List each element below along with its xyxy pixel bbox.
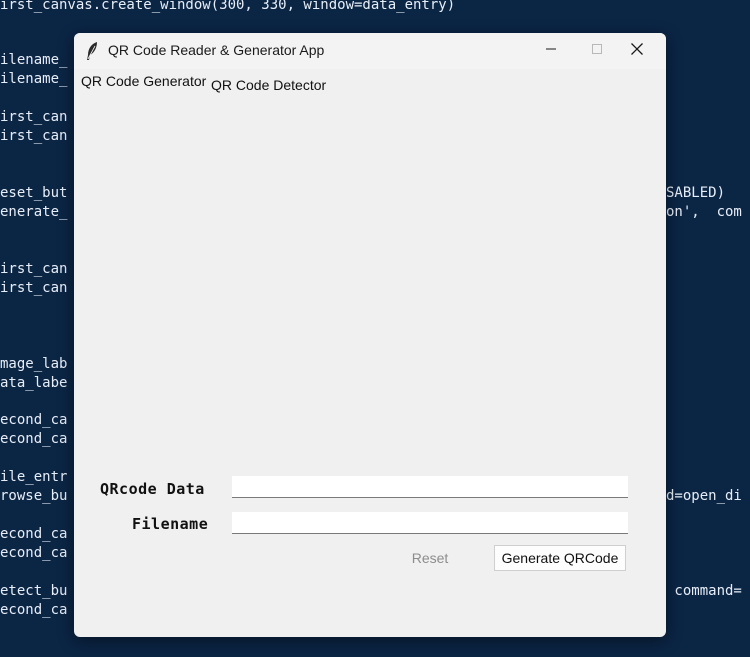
window-title: QR Code Reader & Generator App (108, 42, 325, 58)
generate-qrcode-button[interactable]: Generate QRCode (494, 545, 626, 571)
code-line: irst_canvas.create_window(300, 330, wind… (0, 0, 456, 13)
tab-qr-code-generator[interactable]: QR Code Generator (81, 73, 206, 89)
code-line: command= (666, 583, 742, 599)
code-line: SABLED) (666, 185, 726, 201)
code-line: econd_ca (0, 602, 68, 618)
qrcode-data-input[interactable] (232, 476, 628, 498)
code-line: ilename_ (0, 52, 68, 68)
code-line: irst_can (0, 261, 68, 277)
code-line: ile_entr (0, 469, 68, 485)
code-line: irst_can (0, 109, 68, 125)
code-line: irst_can (0, 280, 68, 296)
code-line: on', com (666, 204, 742, 220)
code-line: ata_labe (0, 375, 68, 391)
code-line: econd_ca (0, 431, 68, 447)
close-icon (630, 42, 644, 61)
title-bar[interactable]: QR Code Reader & Generator App (74, 33, 666, 69)
app-window: QR Code Reader & Generator App QR Code G… (74, 33, 666, 637)
minimize-button[interactable] (528, 33, 574, 69)
tab-qr-code-detector[interactable]: QR Code Detector (211, 77, 326, 93)
close-button[interactable] (614, 33, 660, 69)
code-line: irst_can (0, 128, 68, 144)
maximize-icon (591, 42, 603, 60)
qrcode-data-label: QRcode Data (100, 480, 205, 498)
code-line: econd_ca (0, 545, 68, 561)
reset-button[interactable]: Reset (386, 545, 474, 571)
code-line: econd_ca (0, 412, 68, 428)
code-line: etect_bu (0, 583, 68, 599)
feather-icon (85, 41, 99, 61)
code-line: rowse_bu (0, 488, 68, 504)
filename-input[interactable] (232, 512, 628, 534)
filename-label: Filename (132, 515, 209, 533)
code-line: eset_but (0, 185, 68, 201)
minimize-icon (545, 42, 557, 60)
code-line: ilename_ (0, 71, 68, 87)
code-line: mage_lab (0, 356, 68, 372)
code-line: enerate_ (0, 204, 68, 220)
code-line: econd_ca (0, 526, 68, 542)
code-line: d=open_di (666, 488, 742, 504)
